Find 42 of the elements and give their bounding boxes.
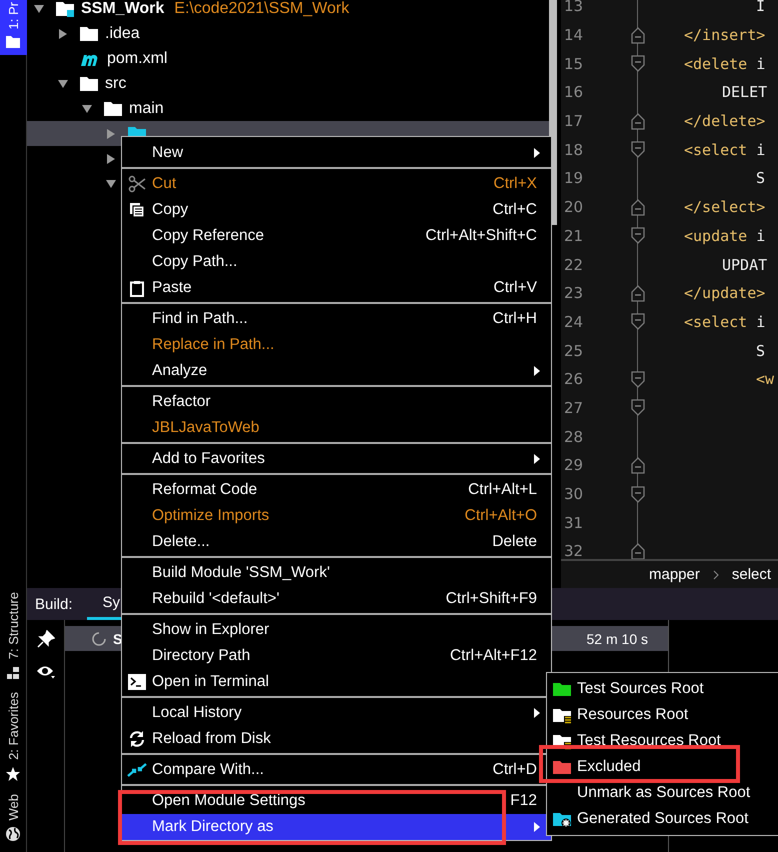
tree-item-label: src [105, 74, 126, 92]
line-number: 14 [563, 26, 584, 44]
line-number: 31 [563, 514, 584, 532]
code-text: UPDAT [722, 256, 768, 274]
line-number: 29 [563, 456, 584, 474]
line-number: 24 [563, 312, 584, 331]
line-number: 26 [563, 370, 584, 388]
line-number: 15 [563, 54, 584, 73]
code-text: <update i [684, 226, 766, 245]
code-text: </select> [684, 198, 766, 216]
code-text: </insert> [684, 26, 766, 44]
code-text: I [756, 0, 766, 16]
panel-title: Build: [35, 596, 73, 612]
code-text: <w [756, 370, 774, 388]
line-number: 18 [563, 140, 584, 159]
tree-item-label: SSM_Work [81, 0, 164, 18]
tree-item-label: pom.xml [107, 50, 168, 68]
line-number: 32 [563, 542, 584, 559]
code-text: <select i [684, 312, 766, 331]
code-text: <delete i [684, 54, 766, 73]
code-text: DELET [722, 83, 768, 102]
code-text: S [756, 342, 766, 360]
code-text: </update> [684, 284, 766, 302]
line-number: 20 [563, 198, 584, 216]
line-number: 17 [563, 112, 584, 130]
line-number: 21 [563, 226, 584, 245]
tree-item-label: .idea [105, 24, 140, 42]
line-number: 27 [563, 398, 584, 417]
module-path: E:\code2021\SSM_Work [174, 0, 350, 18]
line-number: 22 [563, 256, 584, 274]
line-number: 16 [563, 83, 584, 102]
code-text: S [756, 169, 766, 188]
tree-item-label: main [129, 100, 164, 118]
line-number: 25 [563, 342, 584, 360]
code-text: </delete> [684, 112, 766, 130]
line-number: 30 [563, 485, 584, 504]
code-text: <select i [684, 140, 766, 159]
line-number: 28 [563, 428, 584, 446]
build-time: 52 m 10 s [586, 630, 648, 646]
line-number: 19 [563, 169, 584, 188]
line-number: 13 [563, 0, 584, 16]
line-number: 23 [563, 284, 584, 302]
